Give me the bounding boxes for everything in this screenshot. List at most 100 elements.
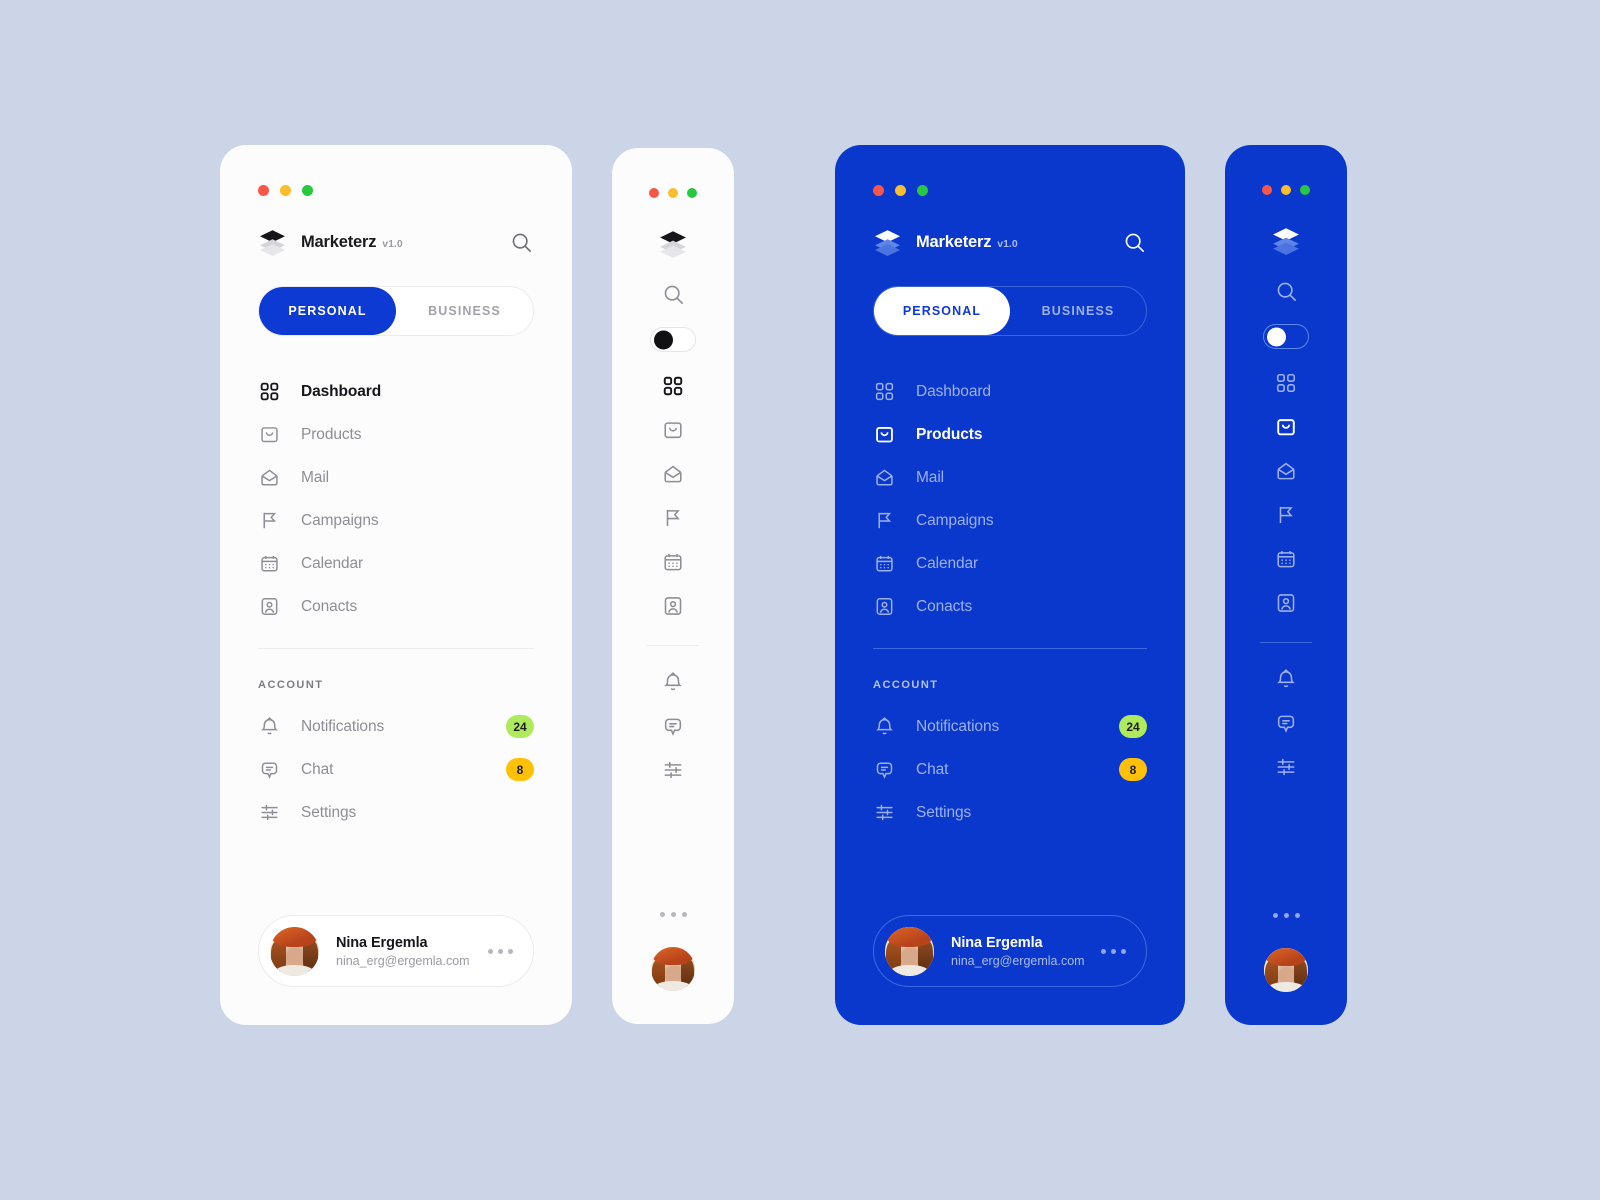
minimize-icon[interactable] — [668, 188, 678, 198]
rail-item-mail[interactable] — [1266, 451, 1306, 491]
nav-item-chat[interactable]: Chat 8 — [873, 748, 1147, 791]
close-icon[interactable] — [258, 185, 269, 196]
bag-icon — [873, 424, 895, 446]
sidebar-panel-light-expanded: Marketerz v1.0 PERSONAL BUSINESS Dashboa… — [220, 145, 572, 1025]
calendar-icon — [873, 553, 895, 575]
window-controls-dark — [873, 185, 1147, 196]
user-profile-card[interactable]: Nina Ergemla nina_erg@ergemla.com — [258, 915, 534, 987]
layers-icon — [1271, 227, 1301, 255]
rail-item-calendar[interactable] — [1266, 539, 1306, 579]
main-nav-light: Dashboard Products Mail Campaigns Calend… — [258, 370, 534, 628]
nav-item-conacts[interactable]: Conacts — [258, 585, 534, 628]
account-type-tabs-dark: PERSONAL BUSINESS — [873, 286, 1147, 336]
minimize-icon[interactable] — [895, 185, 906, 196]
minimize-icon[interactable] — [280, 185, 291, 196]
layers-icon — [873, 229, 902, 256]
nav-label: Notifications — [301, 717, 385, 735]
maximize-icon[interactable] — [1300, 185, 1310, 195]
bell-icon — [258, 716, 280, 738]
user-profile-card[interactable]: Nina Ergemla nina_erg@ergemla.com — [873, 915, 1147, 987]
nav-item-settings[interactable]: Settings — [873, 791, 1147, 834]
avatar[interactable] — [1264, 948, 1308, 992]
nav-label: Conacts — [916, 597, 973, 615]
close-icon[interactable] — [873, 185, 884, 196]
search-icon[interactable] — [508, 230, 534, 256]
nav-item-products[interactable]: Products — [873, 413, 1147, 456]
nav-label: Mail — [301, 468, 330, 486]
rail-item-calendar[interactable] — [653, 542, 693, 582]
nav-item-campaigns[interactable]: Campaigns — [873, 499, 1147, 542]
nav-item-campaigns[interactable]: Campaigns — [258, 499, 534, 542]
nav-label: Calendar — [301, 554, 364, 572]
rail-item-conacts[interactable] — [1266, 583, 1306, 623]
rail-item-mail[interactable] — [653, 454, 693, 494]
rail-item-settings[interactable] — [1266, 747, 1306, 787]
tab-personal[interactable]: PERSONAL — [259, 287, 396, 335]
maximize-icon[interactable] — [917, 185, 928, 196]
rail-item-chat[interactable] — [653, 706, 693, 746]
nav-item-dashboard[interactable]: Dashboard — [258, 370, 534, 413]
rail-item-products[interactable] — [653, 410, 693, 450]
nav-item-dashboard[interactable]: Dashboard — [873, 370, 1147, 413]
search-icon[interactable] — [1266, 271, 1306, 311]
flag-icon — [873, 510, 895, 532]
window-controls-light — [258, 185, 534, 196]
nav-label: Settings — [916, 803, 972, 821]
tab-business[interactable]: BUSINESS — [1010, 287, 1146, 335]
more-dots-icon[interactable] — [659, 912, 687, 917]
tab-personal[interactable]: PERSONAL — [874, 287, 1010, 335]
account-nav-dark: Notifications 24 Chat 8 Settings — [873, 705, 1147, 834]
search-icon[interactable] — [653, 274, 693, 314]
nav-item-mail[interactable]: Mail — [258, 456, 534, 499]
more-dots-icon[interactable] — [1101, 948, 1126, 954]
flag-icon — [258, 510, 280, 532]
window-controls-rail-light — [649, 188, 697, 198]
rail-item-notifications[interactable] — [1266, 659, 1306, 699]
nav-item-settings[interactable]: Settings — [258, 791, 534, 834]
theme-toggle[interactable] — [1263, 324, 1309, 349]
account-section-label: ACCOUNT — [258, 679, 324, 691]
nav-label: Products — [301, 425, 362, 443]
rail-item-campaigns[interactable] — [653, 498, 693, 538]
brand-header: Marketerz v1.0 — [258, 229, 534, 256]
nav-item-chat[interactable]: Chat 8 — [258, 748, 534, 791]
avatar[interactable] — [651, 947, 695, 991]
nav-item-calendar[interactable]: Calendar — [258, 542, 534, 585]
nav-item-products[interactable]: Products — [258, 413, 534, 456]
more-dots-icon[interactable] — [488, 948, 513, 954]
rail-divider — [1260, 642, 1312, 643]
rail-item-settings[interactable] — [653, 750, 693, 790]
envelope-icon — [873, 467, 895, 489]
nav-item-calendar[interactable]: Calendar — [873, 542, 1147, 585]
layers-icon — [258, 229, 287, 256]
nav-label: Dashboard — [301, 382, 382, 400]
more-dots-icon[interactable] — [1272, 913, 1300, 918]
nav-item-notifications[interactable]: Notifications 24 — [873, 705, 1147, 748]
chat-icon — [258, 759, 280, 781]
close-icon[interactable] — [649, 188, 659, 198]
maximize-icon[interactable] — [687, 188, 697, 198]
rail-item-dashboard[interactable] — [1266, 363, 1306, 403]
minimize-icon[interactable] — [1281, 185, 1291, 195]
maximize-icon[interactable] — [302, 185, 313, 196]
rail-item-chat[interactable] — [1266, 703, 1306, 743]
rail-item-campaigns[interactable] — [1266, 495, 1306, 535]
nav-item-mail[interactable]: Mail — [873, 456, 1147, 499]
theme-toggle[interactable] — [650, 327, 696, 352]
rail-item-dashboard[interactable] — [653, 366, 693, 406]
close-icon[interactable] — [1262, 185, 1272, 195]
toggle-knob — [654, 330, 673, 349]
grid-icon — [873, 381, 895, 403]
tab-business[interactable]: BUSINESS — [396, 287, 533, 335]
nav-label: Dashboard — [916, 382, 991, 400]
brand-header: Marketerz v1.0 — [873, 229, 1147, 256]
grid-icon — [258, 381, 280, 403]
rail-item-notifications[interactable] — [653, 662, 693, 702]
rail-item-products[interactable] — [1266, 407, 1306, 447]
nav-item-conacts[interactable]: Conacts — [873, 585, 1147, 628]
rail-item-conacts[interactable] — [653, 586, 693, 626]
sliders-icon — [258, 802, 280, 824]
search-icon[interactable] — [1121, 230, 1147, 256]
nav-item-notifications[interactable]: Notifications 24 — [258, 705, 534, 748]
account-nav-light: Notifications 24 Chat 8 Settings — [258, 705, 534, 834]
